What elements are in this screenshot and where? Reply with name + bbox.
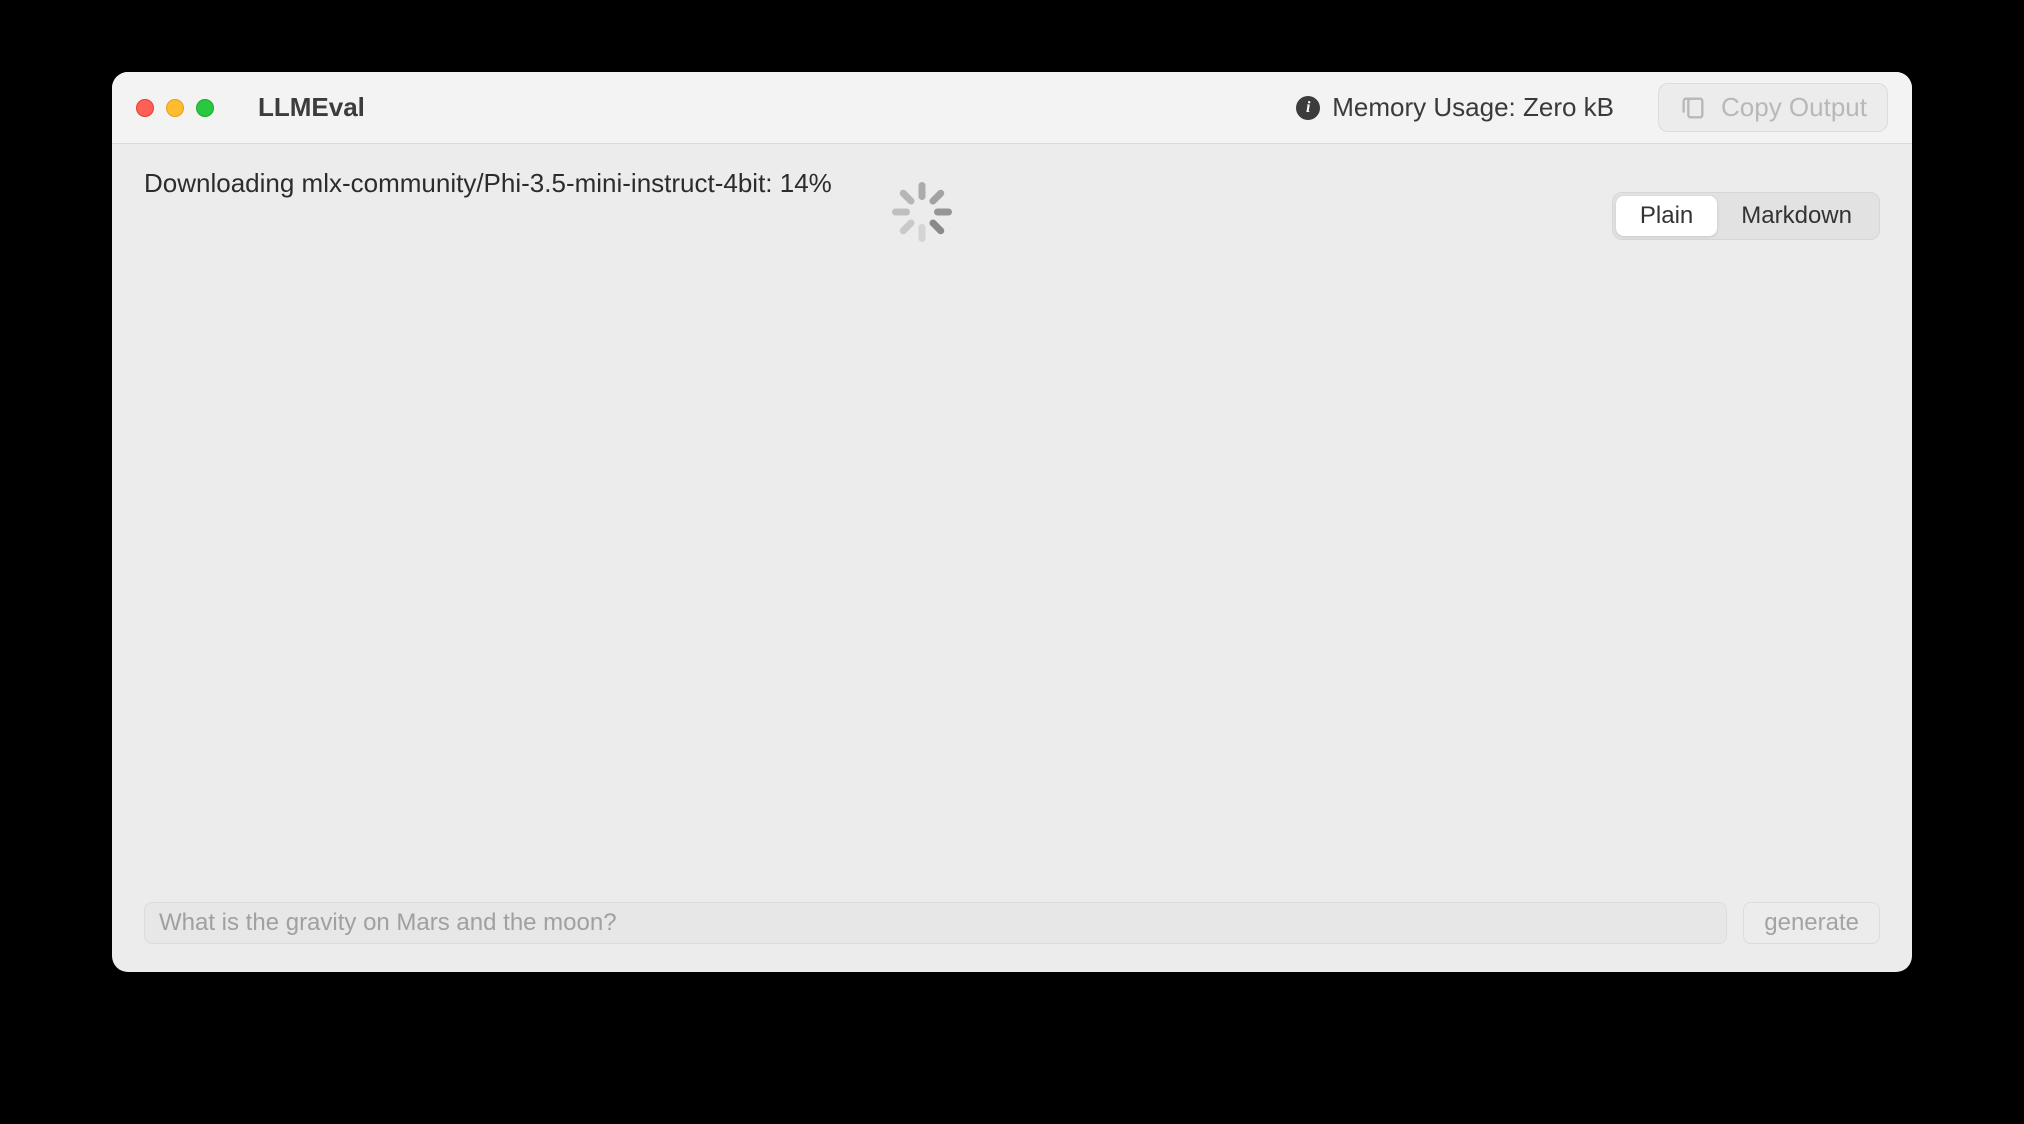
clipboard-icon <box>1679 94 1707 122</box>
spinner-icon <box>892 182 952 242</box>
window-body: Downloading mlx-community/Phi-3.5-mini-i… <box>112 144 1912 972</box>
fullscreen-window-button[interactable] <box>196 99 214 117</box>
minimize-window-button[interactable] <box>166 99 184 117</box>
titlebar: LLMEval i Memory Usage: Zero kB Copy Out… <box>112 72 1912 144</box>
copy-output-button[interactable]: Copy Output <box>1658 83 1888 132</box>
prompt-input[interactable] <box>144 902 1727 944</box>
copy-output-label: Copy Output <box>1721 92 1867 123</box>
memory-usage: i Memory Usage: Zero kB <box>1296 92 1614 123</box>
memory-usage-label: Memory Usage: Zero kB <box>1332 92 1614 123</box>
view-mode-segmented-control: Plain Markdown <box>1612 192 1880 240</box>
generate-button[interactable]: generate <box>1743 902 1880 944</box>
loading-spinner <box>892 182 952 242</box>
traffic-lights <box>136 99 214 117</box>
tab-plain[interactable]: Plain <box>1616 196 1717 236</box>
app-title: LLMEval <box>258 92 365 123</box>
tab-markdown[interactable]: Markdown <box>1717 196 1876 236</box>
info-icon: i <box>1296 96 1320 120</box>
download-status-text: Downloading mlx-community/Phi-3.5-mini-i… <box>144 168 832 199</box>
app-window: LLMEval i Memory Usage: Zero kB Copy Out… <box>112 72 1912 972</box>
close-window-button[interactable] <box>136 99 154 117</box>
input-row: generate <box>144 902 1880 948</box>
